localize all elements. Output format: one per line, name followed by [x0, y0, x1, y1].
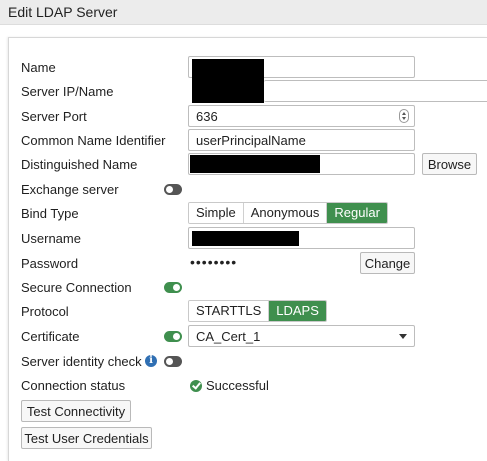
- protocol-starttls[interactable]: STARTTLS: [189, 301, 270, 321]
- row-protocol: Protocol STARTTLS LDAPS: [0, 300, 487, 324]
- exchange-label: Exchange server: [21, 182, 119, 197]
- certificate-value: CA_Cert_1: [196, 329, 261, 344]
- exchange-toggle[interactable]: [164, 184, 182, 195]
- browse-button[interactable]: Browse: [422, 153, 477, 175]
- server-identity-check-toggle[interactable]: [164, 356, 182, 367]
- server-identity-check-label: Server identity check: [21, 354, 142, 369]
- password-value: ••••••••: [190, 254, 238, 270]
- toggle-knob: [173, 333, 180, 340]
- connection-status-label: Connection status: [21, 378, 126, 393]
- chevron-down-icon: [399, 334, 407, 339]
- password-label: Password: [21, 256, 79, 271]
- row-secure-connection: Secure Connection: [0, 276, 487, 300]
- server-ip-label: Server IP/Name: [21, 84, 114, 99]
- row-server-port: Server Port 636: [0, 105, 487, 129]
- row-server-identity-check: Server identity check i: [0, 350, 487, 374]
- cn-identifier-input[interactable]: userPrincipalName: [188, 129, 415, 151]
- secure-connection-label: Secure Connection: [21, 280, 132, 295]
- title-bar: Edit LDAP Server: [0, 0, 487, 25]
- row-certificate: Certificate CA_Cert_1: [0, 325, 487, 349]
- certificate-toggle[interactable]: [164, 331, 182, 342]
- server-ip-input[interactable]: [264, 80, 487, 102]
- redacted-username: [192, 231, 299, 246]
- info-icon[interactable]: i: [145, 355, 157, 367]
- row-name: Name: [0, 56, 487, 103]
- bind-type-label: Bind Type: [21, 206, 79, 221]
- protocol-label: Protocol: [21, 304, 69, 319]
- connection-status-value: Successful: [206, 378, 269, 393]
- redacted-dn: [190, 155, 320, 173]
- test-user-credentials-button[interactable]: Test User Credentials: [21, 427, 152, 449]
- toggle-knob: [166, 186, 173, 193]
- row-server-ip: Server IP/Name: [0, 80, 487, 104]
- row-bind-type: Bind Type Simple Anonymous Regular: [0, 202, 487, 226]
- secure-connection-toggle[interactable]: [164, 282, 182, 293]
- check-circle-icon: [190, 380, 202, 392]
- row-cn-identifier: Common Name Identifier userPrincipalName: [0, 129, 487, 153]
- server-port-label: Server Port: [21, 109, 87, 124]
- certificate-label: Certificate: [21, 329, 80, 344]
- username-label: Username: [21, 231, 81, 246]
- name-label: Name: [21, 60, 56, 75]
- toggle-knob: [166, 358, 173, 365]
- server-port-input[interactable]: 636: [188, 105, 415, 127]
- certificate-select[interactable]: CA_Cert_1: [188, 325, 415, 347]
- row-password: Password •••••••• Change: [0, 252, 487, 276]
- protocol-ldaps[interactable]: LDAPS: [269, 301, 326, 321]
- row-username: Username: [0, 227, 487, 251]
- change-password-button[interactable]: Change: [360, 252, 415, 274]
- bind-type-simple[interactable]: Simple: [189, 203, 244, 223]
- test-connectivity-button[interactable]: Test Connectivity: [21, 400, 131, 422]
- toggle-knob: [173, 284, 180, 291]
- dn-label: Distinguished Name: [21, 157, 138, 172]
- row-dn: Distinguished Name Browse: [0, 153, 487, 177]
- cn-identifier-label: Common Name Identifier: [21, 133, 166, 148]
- row-connection-status: Connection status Successful: [0, 374, 487, 398]
- dialog-title: Edit LDAP Server: [8, 4, 118, 20]
- bind-type-anonymous[interactable]: Anonymous: [243, 203, 328, 223]
- bind-type-selector: Simple Anonymous Regular: [188, 202, 388, 224]
- bind-type-regular[interactable]: Regular: [327, 203, 387, 223]
- spinner-icon[interactable]: [399, 109, 409, 123]
- server-port-value: 636: [196, 109, 218, 124]
- row-exchange: Exchange server: [0, 178, 487, 202]
- protocol-selector: STARTTLS LDAPS: [188, 300, 327, 322]
